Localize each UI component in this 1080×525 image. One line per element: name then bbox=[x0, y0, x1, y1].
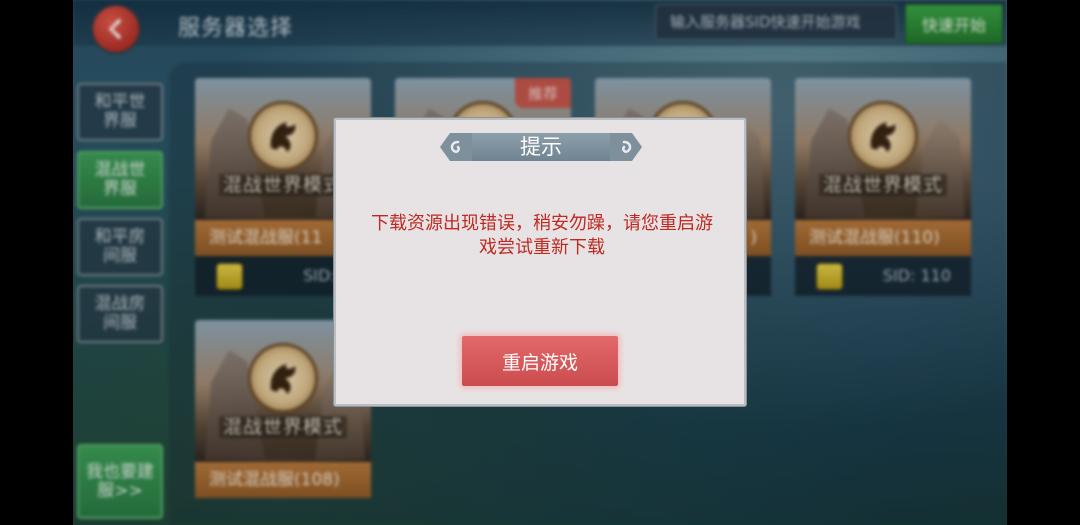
game-screen: 服务器选择 快速开始 和平世界服 混战世界服 和平房间服 混战房间服 我也要建服… bbox=[73, 0, 1007, 525]
dialog-message: 下载资源出现错误，稍安勿躁，请您重启游戏尝试重新下载 bbox=[371, 213, 713, 258]
restart-game-button[interactable]: 重启游戏 bbox=[462, 336, 618, 386]
dialog-title-banner: 提示 bbox=[438, 130, 644, 164]
error-dialog: 提示 下载资源出现错误，稍安勿躁，请您重启游戏尝试重新下载 重启游戏 bbox=[334, 118, 746, 406]
dialog-title: 提示 bbox=[520, 135, 562, 159]
